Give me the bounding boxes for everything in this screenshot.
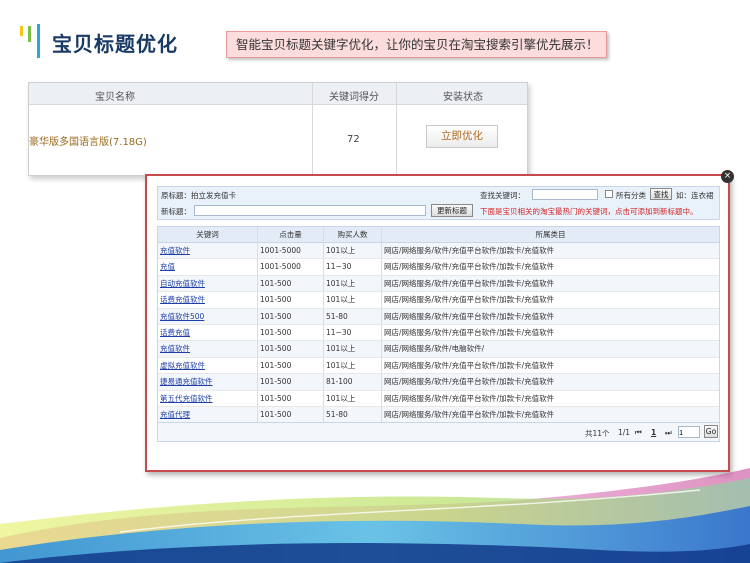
keyword-table-row: 话费充值 101-500 11~30 网店/网络服务/软件/充值平台软件/加款卡/充值… [158,324,719,342]
category-cell: 网店/网络服务/软件/充值平台软件/加款卡/充值软件 [384,377,555,387]
update-title-button[interactable]: 更新标题 [431,204,473,217]
close-icon[interactable]: × [721,170,734,183]
category-cell: 网店/网络服务/软件/充值平台软件/加款卡/充值软件 [384,278,555,288]
keyword-link[interactable]: 自动充值软件 [158,275,258,292]
col-divider [312,83,313,175]
buyers-cell: 101以上 [324,390,382,406]
keyword-table-row: 第五代充值软件 101-500 101以上 网店/网络服务/软件/充值平台软件/加款卡… [158,390,719,407]
buyers-cell: 51-80 [324,308,382,324]
product-table: 宝贝名称 关键词得分 安装状态 豪华版多国语言版(7.18G) 72 立即优化 [28,82,528,176]
col-divider [396,83,397,175]
deco-bar-green [28,26,31,42]
deco-bar-blue [37,24,40,58]
buyers-cell: 101以上 [324,275,382,292]
col-keyword-score: 关键词得分 [329,92,379,103]
hint-note: 下面是宝贝相关的淘宝最热门的关键词，点击可添加到新标题中。 [480,207,698,216]
callout-banner: 智能宝贝标题关键字优化，让你的宝贝在淘宝搜索引擎优先展示！ [226,31,607,58]
buyers-cell: 101以上 [324,341,382,357]
keyword-table-header: 关键词 点击量 购买人数 所属类目 [158,227,719,243]
clicks-cell: 101-500 [258,275,324,292]
keyword-search-input[interactable] [532,189,598,200]
all-categories-label: 所有分类 [616,191,646,200]
deco-bar-yellow [20,26,23,36]
buyers-cell: 81-100 [324,374,382,390]
keyword-link[interactable]: 话费充值 [158,324,258,341]
keyword-link[interactable]: 充值 [158,259,258,275]
buyers-cell: 11~30 [324,259,382,275]
col-buyers: 购买人数 [324,227,382,242]
clicks-cell: 1001-5000 [258,259,324,275]
buyers-cell: 101以上 [324,357,382,374]
search-button[interactable]: 查找 [650,188,672,200]
keyword-link[interactable]: 充值软件500 [158,308,258,324]
all-categories-checkbox[interactable] [605,190,613,198]
optimize-now-button[interactable]: 立即优化 [426,125,498,148]
clicks-cell: 101-500 [258,341,324,357]
col-install-status: 安装状态 [443,92,483,103]
buyers-cell: 101以上 [324,243,382,259]
keyword-table-row: 捷易通充值软件 101-500 81-100 网店/网络服务/软件/充值平台软件/加款… [158,374,719,391]
keyword-link[interactable]: 虚拟充值软件 [158,357,258,374]
category-cell: 网店/网络服务/软件/充值平台软件/加款卡/充值软件 [384,311,555,321]
original-title-label: 原标题：拍立发充值卡 [161,191,236,200]
category-cell: 网店/网络服务/软件/充值平台软件/加款卡/充值软件 [384,360,555,370]
buyers-cell: 101以上 [324,292,382,308]
example-hint: 如：连衣裙 [676,191,714,200]
col-category: 所属类目 [535,230,566,239]
keyword-link[interactable]: 充值软件 [158,243,258,259]
col-clicks: 点击量 [258,227,324,242]
category-cell: 网店/网络服务/软件/充值平台软件/加款卡/充值软件 [384,327,555,337]
keyword-rows: 充值软件 1001-5000 101以上 网店/网络服务/软件/充值平台软件/加款卡/… [158,243,719,424]
keyword-table-row: 充值软件 1001-5000 101以上 网店/网络服务/软件/充值平台软件/加款卡/… [158,243,719,260]
buyers-cell: 11~30 [324,324,382,341]
category-cell: 网店/网络服务/软件/电脑软件/ [384,344,485,354]
keyword-table-row: 虚拟充值软件 101-500 101以上 网店/网络服务/软件/充值平台软件/加款卡/… [158,357,719,375]
page-title: 宝贝标题优化 [52,32,178,56]
filter-panel: 原标题：拍立发充值卡 查找关键词： 所有分类 查找 如：连衣裙 新标题： 更新标… [157,186,720,220]
product-table-header: 宝贝名称 关键词得分 安装状态 [29,83,527,105]
keyword-link[interactable]: 充值软件 [158,341,258,357]
new-title-label: 新标题： [161,207,191,216]
clicks-cell: 101-500 [258,357,324,374]
keyword-link[interactable]: 话费充值软件 [158,292,258,308]
keyword-table-row: 充值软件500 101-500 51-80 网店/网络服务/软件/充值平台软件/加款卡… [158,308,719,325]
find-keyword-label: 查找关键词： [480,191,525,200]
clicks-cell: 101-500 [258,324,324,341]
category-cell: 网店/网络服务/软件/充值平台软件/加款卡/充值软件 [384,393,555,403]
new-title-input[interactable] [194,205,426,216]
keyword-table-row: 自动充值软件 101-500 101以上 网店/网络服务/软件/充值平台软件/加款卡/… [158,275,719,293]
keyword-score: 72 [347,134,360,145]
product-name[interactable]: 豪华版多国语言版(7.18G) [29,133,147,148]
category-cell: 网店/网络服务/软件/充值平台软件/加款卡/充值软件 [384,262,555,272]
col-keyword: 关键词 [158,227,258,242]
category-cell: 网店/网络服务/软件/充值平台软件/加款卡/充值软件 [384,295,555,305]
clicks-cell: 101-500 [258,308,324,324]
clicks-cell: 1001-5000 [258,243,324,259]
clicks-cell: 101-500 [258,374,324,390]
keyword-link[interactable]: 第五代充值软件 [158,390,258,406]
category-cell: 网店/网络服务/软件/充值平台软件/加款卡/充值软件 [384,246,555,255]
keyword-table-row: 话费充值软件 101-500 101以上 网店/网络服务/软件/充值平台软件/加款卡/… [158,292,719,309]
keyword-table: 关键词 点击量 购买人数 所属类目 充值软件 1001-5000 101以上 网店/网… [157,226,720,437]
decorative-swoosh [0,468,750,563]
col-product-name: 宝贝名称 [95,92,135,103]
keyword-table-row: 充值软件 101-500 101以上 网店/网络服务/软件/电脑软件/ [158,341,719,358]
keyword-link[interactable]: 捷易通充值软件 [158,374,258,390]
clicks-cell: 101-500 [258,292,324,308]
keyword-table-row: 充值 1001-5000 11~30 网店/网络服务/软件/充值平台软件/加款卡/充值… [158,259,719,276]
clicks-cell: 101-500 [258,390,324,406]
